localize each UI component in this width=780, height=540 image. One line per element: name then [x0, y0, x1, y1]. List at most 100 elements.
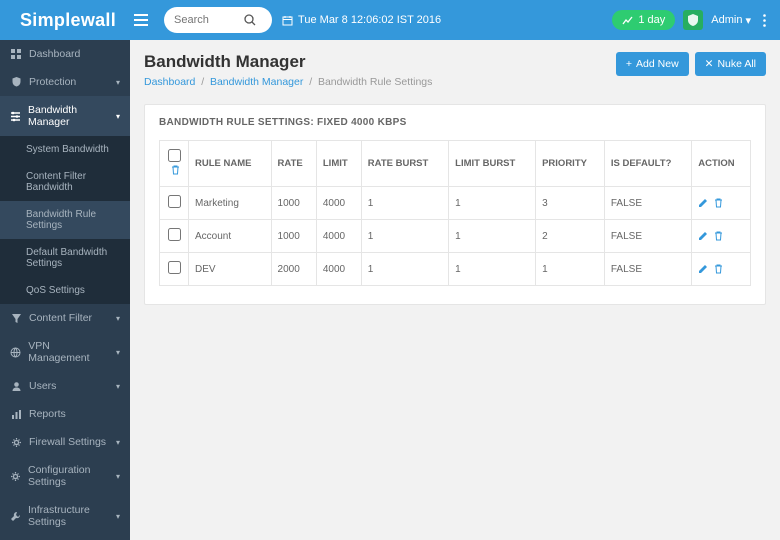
cell-action [692, 187, 751, 220]
cell-rate-burst: 1 [361, 253, 448, 286]
datetime-display: Tue Mar 8 12:06:02 IST 2016 [282, 14, 441, 26]
sidebar-sub-content-filter-bandwidth[interactable]: Content Filter Bandwidth [0, 163, 130, 201]
rules-table: RULE NAME RATE LIMIT RATE BURST LIMIT BU… [159, 140, 751, 286]
admin-label: Admin [711, 14, 742, 26]
cell-rule-name: DEV [189, 253, 272, 286]
row-checkbox[interactable] [168, 195, 181, 208]
crumb-bandwidth-manager[interactable]: Bandwidth Manager [210, 76, 303, 88]
col-priority: PRIORITY [536, 141, 605, 187]
cell-rate: 2000 [271, 253, 316, 286]
sidebar-sub-bandwidth-rule-settings[interactable]: Bandwidth Rule Settings [0, 201, 130, 239]
search-icon[interactable] [244, 14, 256, 26]
shield-badge-icon[interactable] [683, 10, 703, 30]
sidebar-item-content-filter[interactable]: Content Filter ▾ [0, 304, 130, 332]
sidebar-sub-qos-settings[interactable]: QoS Settings [0, 277, 130, 304]
cell-limit-burst: 1 [449, 187, 536, 220]
select-all-checkbox[interactable] [168, 149, 181, 162]
gear-icon [10, 471, 21, 482]
hamburger-icon[interactable] [126, 0, 156, 40]
cell-priority: 2 [536, 220, 605, 253]
delete-icon[interactable] [714, 198, 723, 208]
sliders-icon [10, 111, 21, 122]
sidebar-item-logout[interactable]: Logout [0, 536, 130, 540]
col-action: ACTION [692, 141, 751, 187]
wrench-icon [10, 511, 21, 522]
sidebar-sub-system-bandwidth[interactable]: System Bandwidth [0, 136, 130, 163]
chevron-down-icon: ▾ [116, 314, 120, 323]
edit-icon[interactable] [698, 264, 708, 274]
col-select [160, 141, 189, 187]
plus-icon: + [626, 58, 632, 70]
menu-dots-icon[interactable] [759, 14, 770, 27]
shield-icon [10, 76, 22, 88]
nuke-all-button[interactable]: ✕ Nuke All [695, 52, 766, 76]
col-is-default: IS DEFAULT? [604, 141, 691, 187]
chevron-down-icon: ▾ [116, 348, 120, 357]
row-checkbox[interactable] [168, 261, 181, 274]
add-new-button[interactable]: + Add New [616, 52, 689, 76]
crumb-current: Bandwidth Rule Settings [318, 76, 432, 88]
sidebar-item-firewall-settings[interactable]: Firewall Settings▾ [0, 428, 130, 456]
range-label: 1 day [638, 14, 665, 26]
panel-title: BANDWIDTH RULE SETTINGS: FIXED 4000 KBPS [159, 117, 751, 128]
sidebar-item-label: VPN Management [28, 340, 109, 364]
sidebar-item-label: Configuration Settings [28, 464, 109, 488]
col-limit-burst: LIMIT BURST [449, 141, 536, 187]
cell-action [692, 253, 751, 286]
delete-icon[interactable] [714, 231, 723, 241]
cell-limit: 4000 [316, 253, 361, 286]
admin-menu[interactable]: Admin ▾ [711, 14, 751, 27]
search-input[interactable] [174, 14, 244, 26]
edit-icon[interactable] [698, 231, 708, 241]
sidebar-item-label: Reports [29, 408, 66, 420]
sidebar-item-reports[interactable]: Reports [0, 400, 130, 428]
chart-icon [622, 16, 633, 25]
sidebar-item-users[interactable]: Users ▾ [0, 372, 130, 400]
table-row: DEV20004000111FALSE [160, 253, 751, 286]
sidebar-item-configuration-settings[interactable]: Configuration Settings▾ [0, 456, 130, 496]
search-box[interactable] [164, 7, 272, 33]
sidebar: Dashboard Protection▾Bandwidth Manager▾Sy… [0, 40, 130, 540]
cell-rate: 1000 [271, 220, 316, 253]
trash-icon[interactable] [171, 167, 180, 178]
cell-action [692, 220, 751, 253]
cell-rule-name: Account [189, 220, 272, 253]
range-pill[interactable]: 1 day [612, 10, 675, 30]
chevron-down-icon: ▾ [116, 382, 120, 391]
datetime-text: Tue Mar 8 12:06:02 IST 2016 [298, 14, 441, 26]
sidebar-item-label: Users [29, 380, 56, 392]
col-rate-burst: RATE BURST [361, 141, 448, 187]
brand-logo: Simplewall [10, 10, 126, 31]
sidebar-item-dashboard[interactable]: Dashboard [0, 40, 130, 68]
globe-icon [10, 347, 21, 358]
chevron-down-icon: ▾ [745, 14, 751, 27]
breadcrumb: Dashboard / Bandwidth Manager / Bandwidt… [144, 76, 432, 88]
cell-rate-burst: 1 [361, 220, 448, 253]
chevron-down-icon: ▾ [116, 512, 120, 521]
delete-icon[interactable] [714, 264, 723, 274]
cell-limit-burst: 1 [449, 253, 536, 286]
sidebar-item-bandwidth-manager[interactable]: Bandwidth Manager▾ [0, 96, 130, 136]
sidebar-item-label: Dashboard [29, 48, 80, 60]
bars-icon [10, 409, 22, 420]
cell-is-default: FALSE [604, 253, 691, 286]
col-rate: RATE [271, 141, 316, 187]
sidebar-item-infrastructure-settings[interactable]: Infrastructure Settings▾ [0, 496, 130, 536]
row-checkbox[interactable] [168, 228, 181, 241]
sidebar-sub-default-bandwidth-settings[interactable]: Default Bandwidth Settings [0, 239, 130, 277]
cell-rule-name: Marketing [189, 187, 272, 220]
table-row: Account10004000112FALSE [160, 220, 751, 253]
topbar: Simplewall Tue Mar 8 12:06:02 IST 2016 1… [0, 0, 780, 40]
sidebar-item-label: Content Filter [29, 312, 92, 324]
gear-icon [10, 437, 22, 448]
col-rule-name: RULE NAME [189, 141, 272, 187]
crumb-dashboard[interactable]: Dashboard [144, 76, 195, 88]
rules-panel: BANDWIDTH RULE SETTINGS: FIXED 4000 KBPS… [144, 104, 766, 305]
user-icon [10, 381, 22, 392]
edit-icon[interactable] [698, 198, 708, 208]
sidebar-item-protection[interactable]: Protection▾ [0, 68, 130, 96]
cell-rate: 1000 [271, 187, 316, 220]
x-icon: ✕ [705, 58, 714, 70]
main-content: Bandwidth Manager Dashboard / Bandwidth … [130, 40, 780, 540]
sidebar-item-vpn-management[interactable]: VPN Management ▾ [0, 332, 130, 372]
